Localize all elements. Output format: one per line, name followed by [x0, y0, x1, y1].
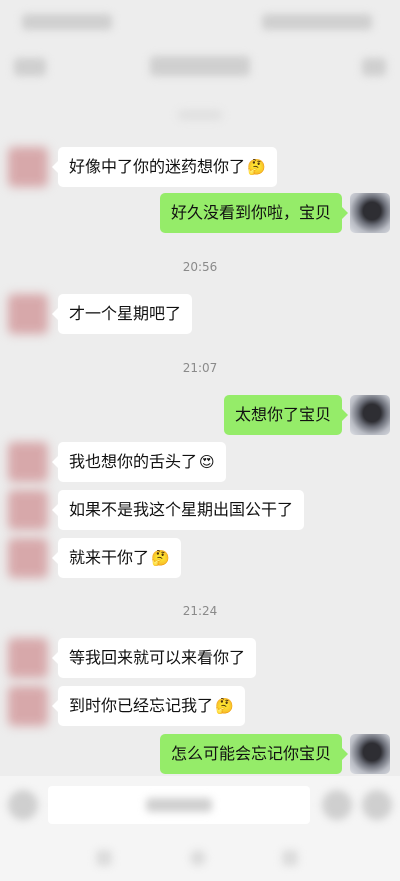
message-bubble-incoming[interactable]: 就来干你了 🤔 — [52, 538, 181, 578]
nav-recent-icon[interactable] — [282, 850, 298, 866]
message-text: 太想你了宝贝 — [234, 405, 331, 424]
status-left-blurred — [22, 14, 112, 30]
avatar[interactable] — [8, 147, 48, 187]
message-text: 就来干你了 — [69, 548, 150, 567]
message-bubble-incoming[interactable]: 如果不是我这个星期出国公干了 — [51, 490, 305, 530]
message-list[interactable]: 好像中了你的迷药想你了 🤔 好久没看到你啦，宝贝 20:56 才一个星期吧了 21… — [0, 96, 400, 776]
avatar[interactable] — [8, 442, 48, 482]
avatar[interactable] — [350, 395, 390, 435]
nav-home-icon[interactable] — [190, 850, 206, 866]
plus-icon[interactable] — [362, 790, 392, 820]
thinking-emoji-icon: 🤔 — [247, 158, 266, 176]
message-text: 如果不是我这个星期出国公干了 — [69, 500, 294, 519]
message-bubble-incoming[interactable]: 好像中了你的迷药想你了 🤔 — [52, 147, 277, 187]
thinking-emoji-icon: 🤔 — [151, 549, 170, 567]
voice-icon[interactable] — [8, 790, 38, 820]
message-bubble-incoming[interactable]: 才一个星期吧了 — [51, 294, 193, 334]
avatar[interactable] — [8, 490, 48, 530]
status-bar — [0, 0, 400, 46]
message-bubble-outgoing[interactable]: 好久没看到你啦，宝贝 — [159, 193, 349, 233]
back-icon[interactable] — [14, 58, 46, 76]
timestamp: 21:07 — [182, 361, 218, 375]
thinking-emoji-icon: 🤔 — [215, 697, 234, 715]
message-bubble-incoming[interactable]: 到时你已经忘记我了 🤔 — [52, 686, 245, 726]
message-text: 才一个星期吧了 — [69, 304, 182, 323]
timestamp: 21:24 — [182, 604, 218, 618]
message-bubble-incoming[interactable]: 等我回来就可以来看你了 — [51, 638, 257, 678]
message-bubble-outgoing[interactable]: 太想你了宝贝 — [223, 395, 349, 435]
avatar[interactable] — [350, 193, 390, 233]
message-text: 我也想你的舌头了 — [69, 452, 198, 471]
input-bar — [0, 776, 400, 834]
message-text: 好久没看到你啦，宝贝 — [170, 203, 331, 222]
system-nav-bar — [0, 834, 400, 881]
message-bubble-incoming[interactable]: 我也想你的舌头了 😍 — [52, 442, 226, 482]
avatar[interactable] — [8, 686, 48, 726]
contact-name-blurred — [150, 56, 250, 76]
status-right-blurred — [262, 14, 372, 30]
message-text: 等我回来就可以来看你了 — [69, 648, 246, 667]
heart-eyes-emoji-icon: 😍 — [199, 453, 215, 471]
nav-back-icon[interactable] — [96, 850, 112, 866]
message-input[interactable] — [48, 786, 310, 824]
message-bubble-outgoing[interactable]: 怎么可能会忘记你宝贝 — [159, 734, 349, 774]
emoji-icon[interactable] — [322, 790, 352, 820]
more-icon[interactable] — [362, 58, 386, 76]
avatar[interactable] — [350, 734, 390, 774]
timestamp: 20:56 — [182, 260, 218, 274]
avatar[interactable] — [8, 638, 48, 678]
avatar[interactable] — [8, 294, 48, 334]
message-text: 到时你已经忘记我了 — [69, 696, 214, 715]
chat-title-bar — [0, 46, 400, 120]
input-text-blurred — [146, 798, 212, 812]
avatar[interactable] — [8, 538, 48, 578]
message-text: 怎么可能会忘记你宝贝 — [170, 744, 331, 763]
message-text: 好像中了你的迷药想你了 — [69, 157, 246, 176]
